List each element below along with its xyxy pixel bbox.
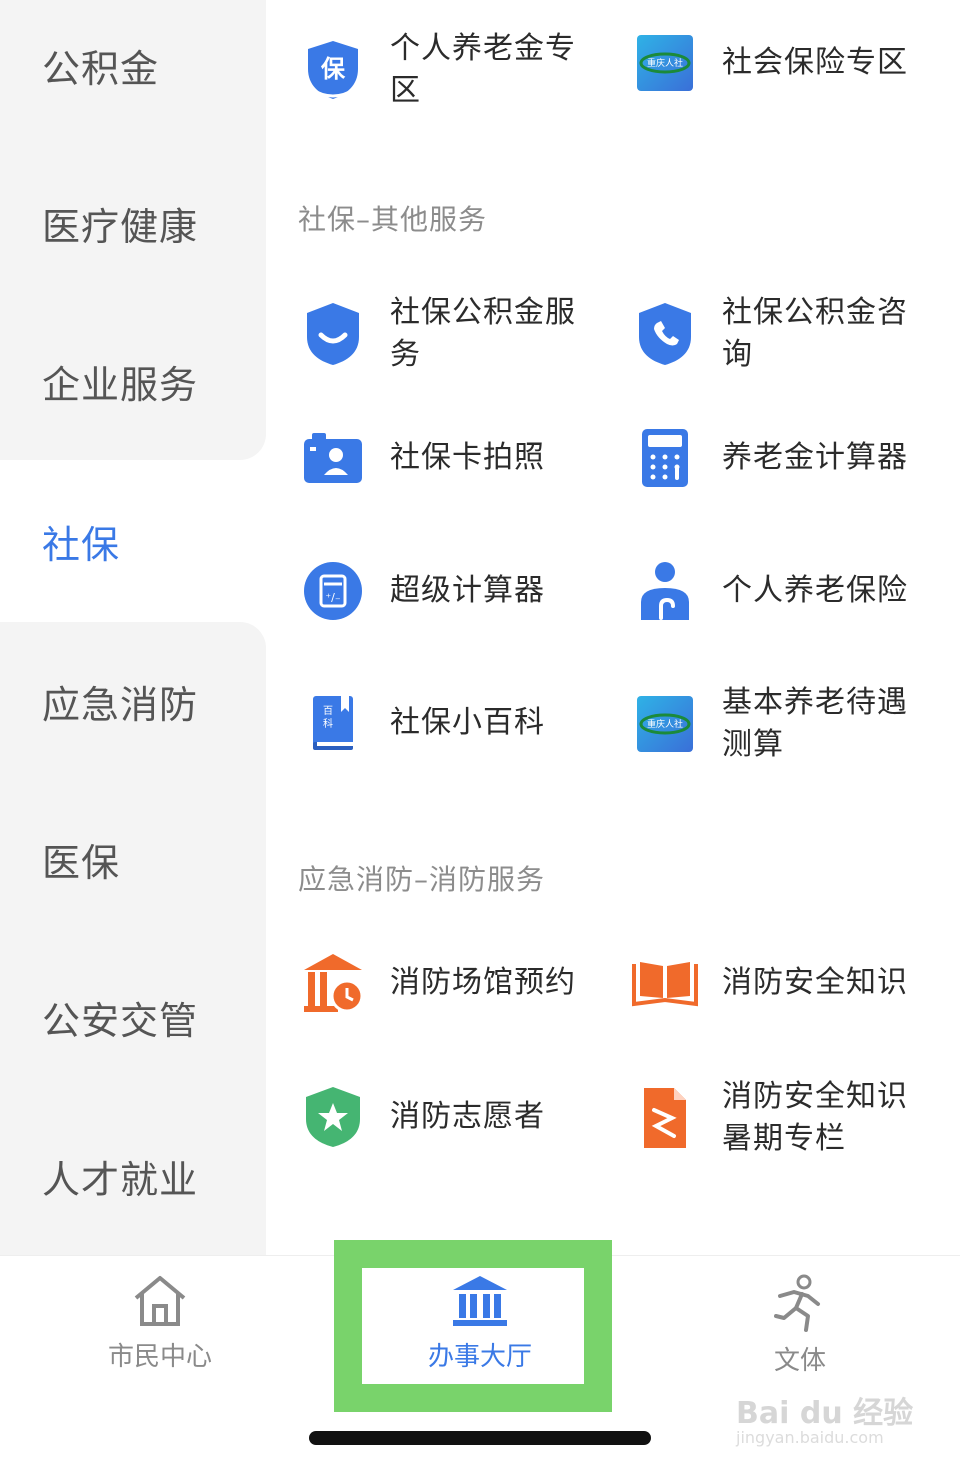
sidebar-item-enterprise[interactable]: 企业服务 xyxy=(0,302,266,460)
service-label: 社保卡拍照 xyxy=(390,440,545,475)
home-indicator[interactable] xyxy=(309,1431,651,1445)
open-book-icon xyxy=(632,950,698,1016)
section-title-fire-services: 应急消防–消防服务 xyxy=(298,863,546,896)
person-umbrella-icon xyxy=(632,558,698,624)
tab-label: 市民中心 xyxy=(107,1342,212,1372)
service-ss-card-photo[interactable]: 社保卡拍照 xyxy=(300,425,580,491)
sidebar-item-emergency-fire[interactable]: 应急消防 xyxy=(0,622,266,780)
tab-citizen-center[interactable]: 市民中心 xyxy=(60,1274,260,1373)
service-label: 消防安全知识 xyxy=(722,965,908,1000)
service-ss-encyclopedia[interactable]: 百 科 社保小百科 xyxy=(300,690,580,756)
chongqing-hrss-logo-icon: 重庆人社 xyxy=(632,691,698,757)
service-label: 个人养老金专区 xyxy=(390,31,576,108)
service-list: 保 个人养老金专区 重庆人社 社会保险专区 社保–其他服务 社保公积金服务 社保… xyxy=(266,0,960,1255)
chongqing-hrss-logo-icon: 重庆人社 xyxy=(632,30,698,96)
sidebar-item-social-security[interactable]: 社保 xyxy=(0,462,266,620)
sidebar-item-medical-insurance[interactable]: 医保 xyxy=(0,780,266,938)
service-pension-calculator[interactable]: 养老金计算器 xyxy=(632,425,912,491)
sidebar-item-health[interactable]: 医疗健康 xyxy=(0,144,266,302)
phone-shield-icon xyxy=(632,301,698,367)
camera-id-icon xyxy=(300,425,366,491)
service-label: 消防场馆预约 xyxy=(390,965,576,1000)
service-social-insurance-zone[interactable]: 重庆人社 社会保险专区 xyxy=(632,30,922,96)
service-fire-volunteer[interactable]: 消防志愿者 xyxy=(300,1084,580,1150)
sidebar-item-police-traffic[interactable]: 公安交管 xyxy=(0,938,266,1096)
encyclopedia-book-icon: 百 科 xyxy=(300,690,366,756)
service-label: 养老金计算器 xyxy=(722,440,908,475)
home-icon xyxy=(134,1276,186,1326)
service-ss-fund-service[interactable]: 社保公积金服务 xyxy=(300,292,580,376)
category-sidebar: 公积金 医疗健康 企业服务 社保 应急消防 医保 公安交管 人才就业 xyxy=(0,0,266,1256)
service-label: 基本养老待遇测算 xyxy=(722,685,908,762)
service-fire-venue-booking[interactable]: 消防场馆预约 xyxy=(300,950,580,1016)
calculator-circle-icon: ⁺∕₋ xyxy=(300,558,366,624)
svg-text:科: 科 xyxy=(323,717,333,730)
svg-text:保: 保 xyxy=(320,55,346,83)
service-label: 超级计算器 xyxy=(390,573,545,608)
venue-clock-icon xyxy=(300,950,366,1016)
watermark-brand: Bai du 经验 xyxy=(736,1396,914,1431)
watermark-url: jingyan.baidu.com xyxy=(736,1428,884,1447)
service-label: 消防安全知识暑期专栏 xyxy=(722,1079,908,1156)
svg-text:重庆人社: 重庆人社 xyxy=(647,57,683,69)
svg-text:⁺∕₋: ⁺∕₋ xyxy=(325,591,341,604)
service-basic-pension-estimate[interactable]: 重庆人社 基本养老待遇测算 xyxy=(632,682,922,766)
service-label: 个人养老保险 xyxy=(722,573,908,608)
service-label: 社保公积金服务 xyxy=(390,295,576,372)
sidebar-item-housing-fund[interactable]: 公积金 xyxy=(0,0,266,144)
service-label: 社保小百科 xyxy=(390,705,545,740)
service-super-calculator[interactable]: ⁺∕₋ 超级计算器 xyxy=(300,558,580,624)
sidebar-item-talent-employment[interactable]: 人才就业 xyxy=(0,1096,266,1256)
service-label: 社保公积金咨询 xyxy=(722,295,908,372)
service-label: 社会保险专区 xyxy=(722,45,908,80)
service-label: 消防志愿者 xyxy=(390,1099,545,1134)
svg-text:重庆人社: 重庆人社 xyxy=(647,718,683,730)
tab-label: 文体 xyxy=(773,1346,826,1376)
tab-culture-sports[interactable]: 文体 xyxy=(700,1274,900,1377)
service-personal-pension-insurance[interactable]: 个人养老保险 xyxy=(632,558,912,624)
bao-shield-icon: 保 xyxy=(300,37,366,103)
service-fire-summer-column[interactable]: 消防安全知识暑期专栏 xyxy=(632,1076,922,1160)
star-shield-icon xyxy=(300,1084,366,1150)
service-ss-fund-consult[interactable]: 社保公积金咨询 xyxy=(632,292,912,376)
service-pension-zone[interactable]: 保 个人养老金专区 xyxy=(300,28,580,112)
calculator-icon xyxy=(632,425,698,491)
highlight-box xyxy=(334,1240,612,1412)
service-fire-safety-knowledge[interactable]: 消防安全知识 xyxy=(632,950,912,1016)
section-title-social-other: 社保–其他服务 xyxy=(298,203,488,236)
document-icon xyxy=(632,1085,698,1151)
smile-shield-icon xyxy=(300,301,366,367)
svg-text:百: 百 xyxy=(323,705,333,717)
running-person-icon xyxy=(774,1274,820,1332)
